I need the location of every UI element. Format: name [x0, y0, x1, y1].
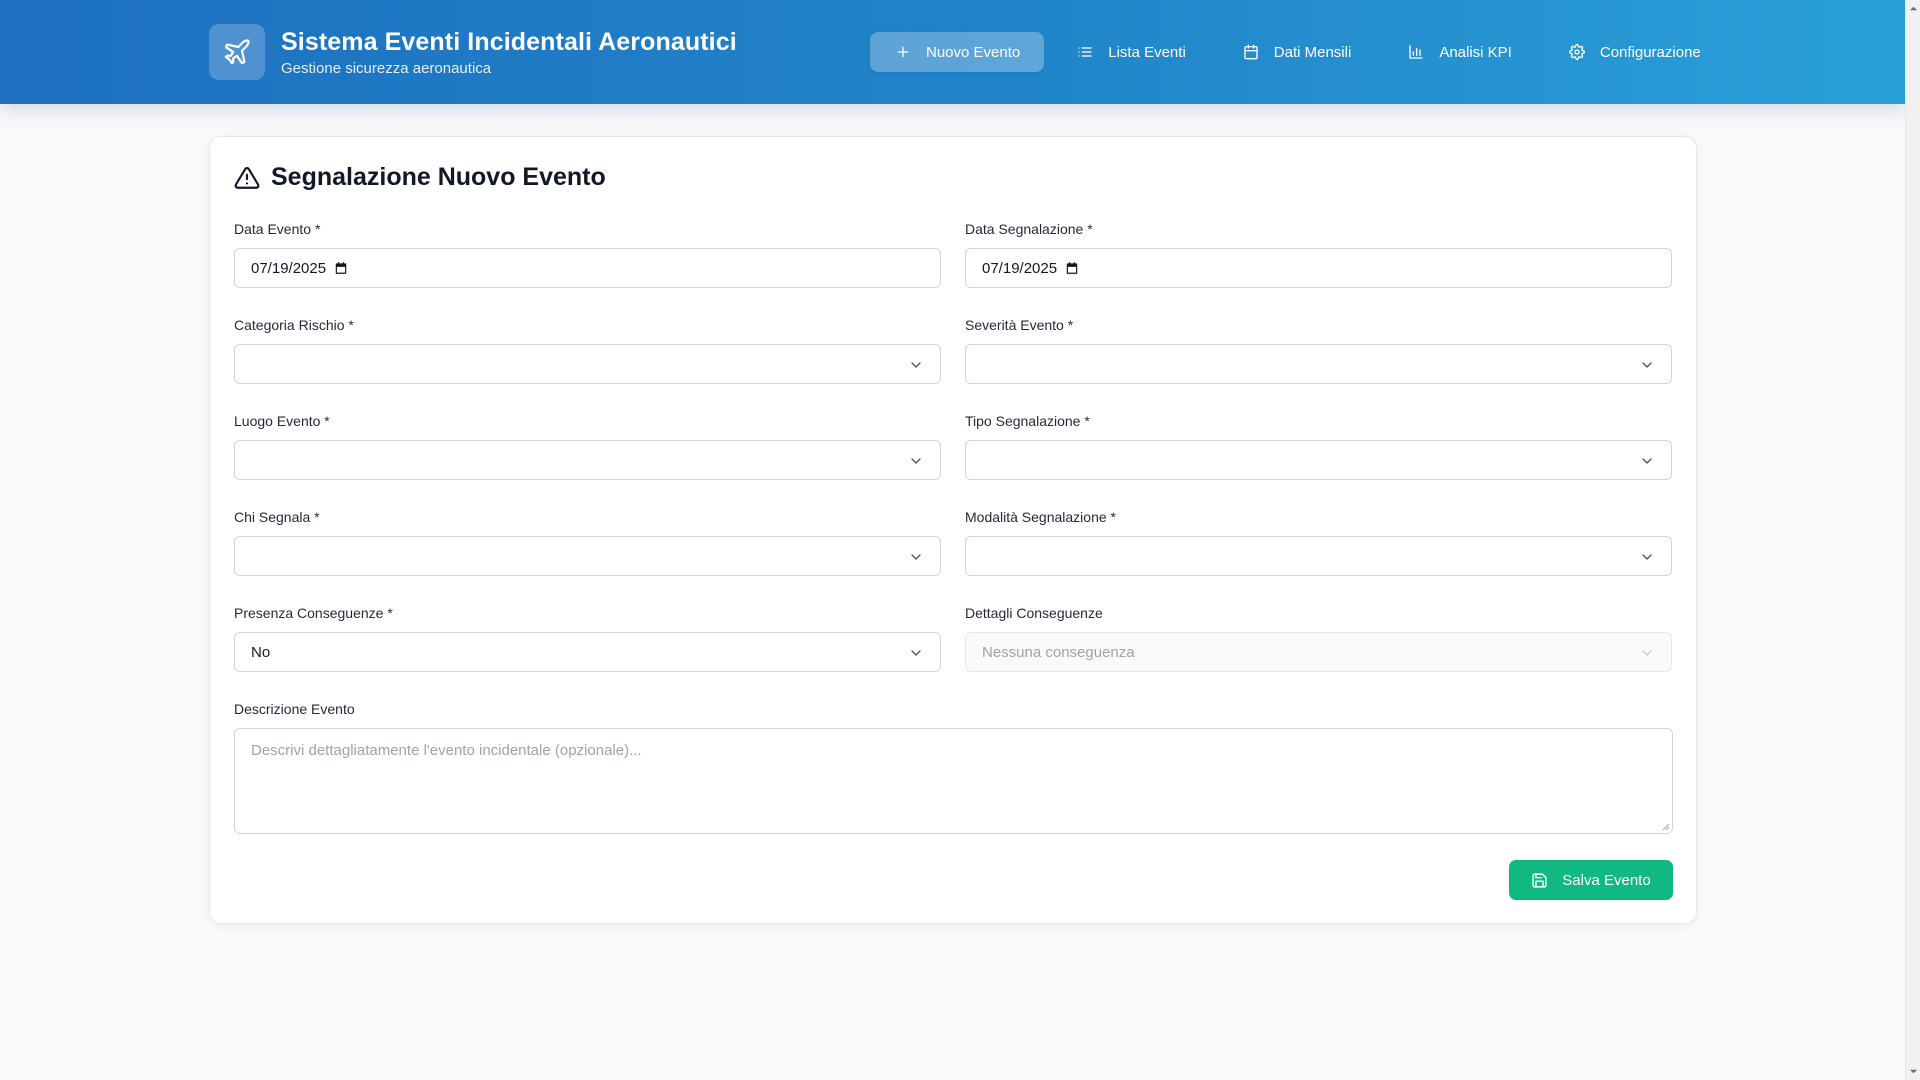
app-subtitle: Gestione sicurezza aeronautica [281, 59, 492, 77]
scroll-down-arrow-icon[interactable] [1909, 1067, 1918, 1076]
save-event-button[interactable]: Salva Evento [1509, 860, 1673, 900]
field-severita-evento: Severità Evento * [965, 316, 1672, 384]
field-label: Chi Segnala * [234, 509, 320, 525]
field-data-segnalazione: Data Segnalazione * 07/19/2025 [965, 220, 1672, 288]
page-content: Sistema Eventi Incidentali Aeronautici G… [0, 0, 1905, 1080]
data-segnalazione-input[interactable]: 07/19/2025 [965, 248, 1672, 288]
field-label: Dettagli Conseguenze [965, 605, 1103, 621]
textarea-placeholder: Descrivi dettagliatamente l'evento incid… [251, 742, 642, 759]
save-icon [1531, 872, 1548, 889]
select-value: No [251, 643, 271, 661]
field-label: Data Segnalazione * [965, 221, 1093, 237]
resize-handle-icon[interactable] [1660, 821, 1670, 831]
chevron-down-icon [911, 650, 921, 656]
field-label: Tipo Segnalazione * [965, 413, 1090, 429]
form-title: Segnalazione Nuovo Evento [234, 163, 606, 192]
brand: Sistema Eventi Incidentali Aeronautici G… [209, 24, 737, 80]
chevron-down-icon [1642, 458, 1652, 464]
nav-lista-eventi[interactable]: Lista Eventi [1052, 32, 1210, 72]
presenza-conseguenze-select[interactable]: No [234, 632, 941, 672]
viewport: Sistema Eventi Incidentali Aeronautici G… [0, 0, 1920, 1080]
chevron-down-icon [911, 458, 921, 464]
field-modalita-segnalazione: Modalità Segnalazione * [965, 508, 1672, 576]
field-categoria-rischio: Categoria Rischio * [234, 316, 941, 384]
field-label: Categoria Rischio * [234, 317, 354, 333]
field-label: Data Evento * [234, 221, 321, 237]
field-dettagli-conseguenze: Dettagli Conseguenze Nessuna conseguenza [965, 604, 1672, 672]
plus-icon [894, 43, 912, 61]
field-tipo-segnalazione: Tipo Segnalazione * [965, 412, 1672, 480]
chevron-down-icon [911, 362, 921, 368]
select-value: Nessuna conseguenza [982, 643, 1135, 661]
field-data-evento: Data Evento * 07/19/2025 [234, 220, 941, 288]
date-value: 07/19/2025 [982, 259, 1058, 277]
nav-label: Nuovo Evento [926, 43, 1021, 61]
nav-label: Dati Mensili [1273, 43, 1352, 61]
save-button-label: Salva Evento [1562, 871, 1651, 889]
field-chi-segnala: Chi Segnala * [234, 508, 941, 576]
field-label: Severità Evento * [965, 317, 1074, 333]
dettagli-conseguenze-select: Nessuna conseguenza [965, 632, 1672, 672]
chevron-down-icon [1642, 554, 1652, 560]
form-title-text: Segnalazione Nuovo Evento [271, 163, 606, 191]
field-luogo-evento: Luogo Evento * [234, 412, 941, 480]
categoria-rischio-select[interactable] [234, 344, 941, 384]
nav-label: Lista Eventi [1108, 43, 1186, 61]
chevron-down-icon [911, 554, 921, 560]
descrizione-evento-textarea[interactable]: Descrivi dettagliatamente l'evento incid… [234, 728, 1673, 834]
nav-analisi-kpi[interactable]: Analisi KPI [1383, 32, 1536, 72]
nav-configurazione[interactable]: Configurazione [1544, 32, 1725, 72]
chi-segnala-select[interactable] [234, 536, 941, 576]
brand-text: Sistema Eventi Incidentali Aeronautici G… [281, 26, 737, 79]
nav-dati-mensili[interactable]: Dati Mensili [1218, 32, 1376, 72]
new-event-form-card: Segnalazione Nuovo Evento Data Evento * … [209, 136, 1697, 924]
field-descrizione-evento: Descrizione Evento Descrivi dettagliatam… [234, 700, 1673, 834]
modalita-segnalazione-select[interactable] [965, 536, 1672, 576]
vertical-scrollbar[interactable] [1905, 0, 1920, 1080]
data-evento-input[interactable]: 07/19/2025 [234, 248, 941, 288]
scroll-up-arrow-icon[interactable] [1909, 4, 1918, 13]
list-icon [1076, 43, 1094, 61]
warning-icon [234, 165, 260, 191]
airplane-icon [209, 24, 265, 80]
chevron-down-icon [1642, 362, 1652, 368]
calendar-icon[interactable] [1065, 261, 1079, 275]
calendar-icon[interactable] [334, 261, 348, 275]
field-presenza-conseguenze: Presenza Conseguenze * No [234, 604, 941, 672]
field-label: Descrizione Evento [234, 701, 355, 717]
nav-label: Configurazione [1599, 43, 1701, 61]
gear-icon [1568, 43, 1586, 61]
severita-evento-select[interactable] [965, 344, 1672, 384]
field-label: Luogo Evento * [234, 413, 330, 429]
field-label: Modalità Segnalazione * [965, 509, 1116, 525]
chevron-down-icon [1642, 650, 1652, 656]
field-label: Presenza Conseguenze * [234, 605, 393, 621]
app-header: Sistema Eventi Incidentali Aeronautici G… [0, 0, 1905, 104]
nav-label: Analisi KPI [1439, 43, 1512, 61]
calendar-icon [1242, 43, 1260, 61]
app-title: Sistema Eventi Incidentali Aeronautici [281, 27, 737, 56]
nav-nuovo-evento[interactable]: Nuovo Evento [870, 32, 1045, 72]
luogo-evento-select[interactable] [234, 440, 941, 480]
main-nav: Nuovo Evento Lista Eventi Dati Mensili A… [870, 32, 1733, 72]
bar-chart-icon [1407, 43, 1425, 61]
date-value: 07/19/2025 [251, 259, 327, 277]
tipo-segnalazione-select[interactable] [965, 440, 1672, 480]
